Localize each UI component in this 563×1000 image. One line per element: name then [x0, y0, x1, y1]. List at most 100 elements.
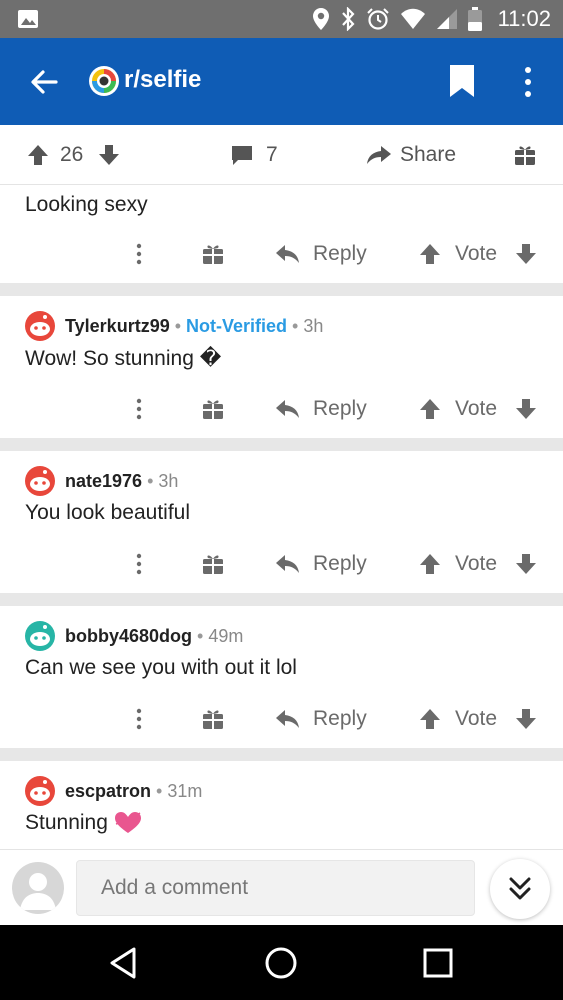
location-icon	[312, 8, 329, 30]
reply-icon	[276, 400, 299, 418]
avatar[interactable]	[24, 310, 56, 342]
reply-icon	[276, 710, 299, 728]
comment-header: nate1976 • 3h	[24, 465, 178, 497]
comment-actions: Reply Vote	[0, 234, 563, 274]
downvote-icon[interactable]	[97, 143, 121, 167]
bookmark-icon[interactable]	[448, 63, 476, 99]
reply-button[interactable]: Reply	[275, 389, 367, 429]
upvote-icon[interactable]	[418, 389, 442, 429]
comments-list: Looking sexy Reply Vote Tylerkurtz99 • N…	[0, 185, 563, 849]
reply-label: Reply	[313, 552, 367, 575]
comment-body: Looking sexy	[25, 193, 148, 216]
avatar[interactable]	[24, 620, 56, 652]
reply-label: Reply	[313, 707, 367, 730]
comment-header: bobby4680dog • 49m	[24, 620, 243, 652]
reply-button[interactable]: Reply	[275, 544, 367, 584]
bluetooth-icon	[341, 7, 355, 31]
comment-actions: Reply Vote	[0, 544, 563, 584]
comment-input-bar: Add a comment	[0, 849, 563, 925]
comment-age: 3h	[158, 470, 179, 491]
downvote-icon[interactable]	[514, 544, 538, 584]
downvote-icon[interactable]	[514, 389, 538, 429]
comments-count[interactable]: 7	[230, 125, 278, 185]
reply-icon	[276, 555, 299, 573]
nav-home-icon[interactable]	[263, 945, 299, 981]
back-arrow-icon[interactable]	[28, 66, 60, 98]
separator-dot: •	[197, 625, 204, 646]
separator-dot: •	[292, 315, 299, 336]
heart-emoji-icon	[114, 812, 141, 833]
comment-body: Stunning	[25, 811, 142, 835]
system-nav-bar	[0, 925, 563, 1000]
avatar[interactable]	[24, 775, 56, 807]
comment-body: Can we see you with out it lol	[25, 656, 297, 679]
user-placeholder-icon	[20, 873, 56, 910]
reply-label: Reply	[313, 242, 367, 265]
share-button[interactable]: Share	[366, 125, 456, 185]
comment-icon	[232, 146, 252, 165]
wifi-icon	[400, 8, 425, 29]
vote-label: Vote	[455, 397, 498, 420]
signal-icon	[436, 9, 457, 29]
upvote-icon[interactable]	[418, 699, 442, 739]
comment-author[interactable]: bobby4680dog	[65, 626, 192, 647]
comment-body: You look beautiful	[25, 501, 191, 524]
downvote-icon[interactable]	[514, 699, 538, 739]
share-label: Share	[400, 143, 457, 166]
upvote-icon[interactable]	[26, 143, 50, 167]
separator-dot: •	[174, 315, 182, 336]
comment-author[interactable]: escpatron	[65, 781, 151, 802]
subreddit-title[interactable]: r/selfie	[124, 66, 201, 94]
comment-body: Wow! So stunning �	[25, 347, 222, 370]
comment-header: Tylerkurtz99 • Not-Verified • 3h	[24, 310, 323, 342]
comment-author[interactable]: Tylerkurtz99	[65, 316, 170, 337]
post-action-bar: 26 7 Share	[0, 125, 563, 185]
vote-label: Vote	[455, 552, 498, 575]
comment-item: nate1976 • 3h You look beautiful Reply V…	[0, 451, 563, 593]
more-vertical-icon[interactable]	[130, 234, 148, 274]
comment-age: 31m	[167, 780, 203, 801]
more-vertical-icon[interactable]	[130, 699, 148, 739]
upvote-icon[interactable]	[418, 544, 442, 584]
image-icon	[18, 10, 38, 28]
subreddit-icon[interactable]	[88, 65, 120, 97]
comment-age: 3h	[303, 315, 324, 336]
gift-icon[interactable]	[202, 544, 224, 584]
comment-input[interactable]: Add a comment	[76, 860, 475, 916]
gift-icon	[515, 146, 535, 165]
downvote-icon[interactable]	[514, 234, 538, 274]
double-chevron-down-icon	[509, 877, 531, 900]
user-flair: Not-Verified	[186, 315, 288, 336]
gift-icon[interactable]	[202, 389, 224, 429]
post-gift-button[interactable]	[514, 125, 536, 185]
more-vertical-icon[interactable]	[130, 389, 148, 429]
gift-icon[interactable]	[202, 699, 224, 739]
upvote-icon[interactable]	[418, 234, 442, 274]
status-bar: 11:02	[0, 0, 563, 38]
separator-dot: •	[147, 470, 154, 491]
nav-recents-icon[interactable]	[420, 945, 456, 981]
comment-author[interactable]: nate1976	[65, 471, 142, 492]
reply-label: Reply	[313, 397, 367, 420]
avatar[interactable]	[12, 862, 64, 914]
battery-icon	[467, 7, 482, 31]
comment-header: escpatron • 31m	[24, 775, 202, 807]
comment-actions: Reply Vote	[0, 389, 563, 429]
alarm-icon	[366, 8, 389, 30]
gift-icon[interactable]	[202, 234, 224, 274]
reply-button[interactable]: Reply	[275, 699, 367, 739]
more-vertical-icon[interactable]	[130, 544, 148, 584]
more-vertical-icon[interactable]	[518, 65, 538, 99]
avatar[interactable]	[24, 465, 56, 497]
share-icon	[367, 146, 391, 164]
clock: 11:02	[497, 6, 551, 31]
separator-dot: •	[156, 780, 163, 801]
comment-count: 7	[266, 143, 278, 166]
comment-item: Looking sexy Reply Vote	[0, 185, 563, 283]
reply-icon	[276, 245, 299, 263]
reply-button[interactable]: Reply	[275, 234, 367, 274]
comment-actions: Reply Vote	[0, 699, 563, 739]
comment-age: 49m	[208, 625, 244, 646]
nav-back-icon[interactable]	[106, 945, 142, 981]
jump-to-next-button[interactable]	[490, 859, 550, 919]
